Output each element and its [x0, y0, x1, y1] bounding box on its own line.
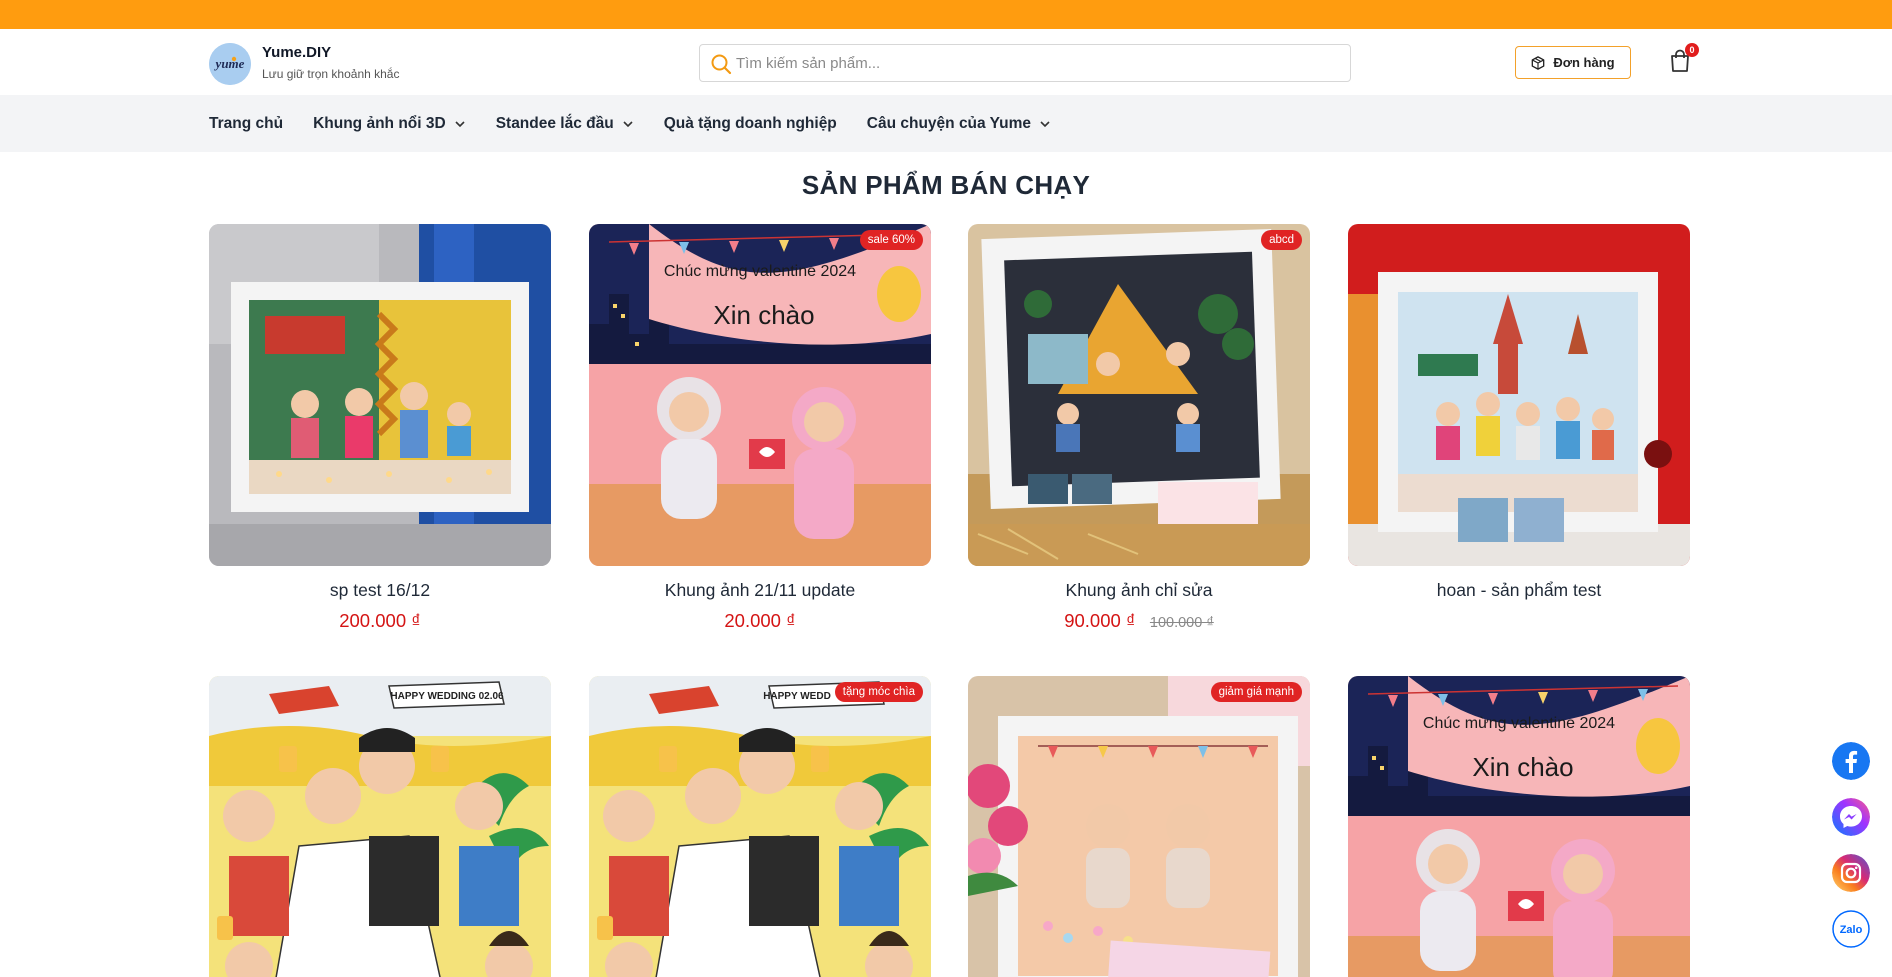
search-icon[interactable]	[709, 52, 733, 76]
product-badge: abcd	[1261, 230, 1302, 250]
product-image[interactable]	[209, 224, 551, 566]
nav-item-3d-frames[interactable]: Khung ảnh nổi 3D	[313, 115, 466, 133]
product-card[interactable]: Chúc mừng valentine 2024 Xin chào	[1348, 676, 1690, 977]
chevron-down-icon	[623, 120, 633, 127]
product-image[interactable]: HAPPY WEDD tặng móc chìa	[589, 676, 931, 977]
product-card[interactable]: HAPPY WEDDING 02.06	[209, 676, 551, 977]
svg-text:HAPPY WEDDING 02.06: HAPPY WEDDING 02.06	[390, 691, 504, 702]
messenger-icon[interactable]	[1832, 798, 1870, 836]
product-card[interactable]: hoan - sản phẩm test	[1348, 224, 1690, 601]
facebook-icon[interactable]	[1832, 742, 1870, 780]
nav-item-our-story[interactable]: Câu chuyện của Yume	[867, 115, 1051, 133]
framed-family-photo-image	[209, 224, 551, 566]
nav-label: Câu chuyện của Yume	[866, 114, 1032, 132]
wedding-cartoon-image: HAPPY WEDDING 02.06	[209, 676, 551, 977]
valentine-illustration-image: Chúc mừng valentine 2024 Xin chào	[589, 224, 931, 566]
section-title: SẢN PHẨM BÁN CHẠY	[801, 170, 1091, 200]
product-name[interactable]: Khung ảnh chỉ sửa	[968, 580, 1310, 601]
product-name[interactable]: hoan - sản phẩm test	[1348, 580, 1690, 601]
nav-label: Khung ảnh nổi 3D	[313, 114, 446, 132]
product-badge: tặng móc chìa	[834, 682, 923, 702]
chevron-down-icon	[1040, 120, 1050, 127]
zalo-icon[interactable]: Zalo	[1832, 910, 1870, 948]
product-image[interactable]: Chúc mừng valentine 2024 Xin chào sale 6…	[589, 224, 931, 566]
svg-text:HAPPY WEDD: HAPPY WEDD	[763, 691, 831, 702]
product-image[interactable]: abcd	[968, 224, 1310, 566]
product-card[interactable]: abcd Khung ảnh chỉ sửa 90.000 ₫ 100.000 …	[968, 224, 1310, 632]
product-image[interactable]: giảm giá mạnh	[968, 676, 1310, 977]
price-current: 200.000 ₫	[339, 610, 421, 631]
chevron-down-icon	[455, 120, 465, 127]
svg-text:Chúc mừng valentine 2024: Chúc mừng valentine 2024	[1423, 715, 1615, 732]
logo-icon: yume	[209, 43, 251, 85]
package-icon	[1532, 55, 1545, 70]
product-card[interactable]: Chúc mừng valentine 2024 Xin chào sale 6…	[589, 224, 931, 632]
product-price: 90.000 ₫ 100.000 ₫	[968, 610, 1310, 632]
svg-text:Chúc mừng valentine 2024: Chúc mừng valentine 2024	[664, 263, 856, 280]
product-badge: sale 60%	[859, 230, 923, 250]
nav-label: Standee lắc đầu	[495, 114, 614, 132]
svg-text:yume: yume	[214, 56, 245, 71]
product-badge: giảm giá mạnh	[1210, 682, 1302, 702]
brand-name[interactable]: Yume.DIY	[262, 44, 399, 61]
nav-item-corporate-gifts[interactable]: Quà tặng doanh nghiệp	[664, 115, 837, 133]
product-image[interactable]: HAPPY WEDDING 02.06	[209, 676, 551, 977]
valentine-illustration-image: Chúc mừng valentine 2024 Xin chào	[1348, 676, 1690, 977]
orders-label: Đơn hàng	[1553, 55, 1615, 70]
product-image[interactable]: Chúc mừng valentine 2024 Xin chào	[1348, 676, 1690, 977]
framed-valentine-photo-image	[968, 676, 1310, 977]
cart-count-badge: 0	[1685, 43, 1699, 57]
instagram-icon[interactable]	[1832, 854, 1870, 892]
product-card[interactable]: giảm giá mạnh	[968, 676, 1310, 977]
price-original: 100.000 ₫	[1149, 615, 1214, 631]
nav-label: Trang chủ	[209, 114, 284, 132]
product-price: 20.000 ₫	[589, 610, 931, 632]
site-header: yume Yume.DIY Lưu giữ trọn khoảnh khắc Đ…	[0, 29, 1892, 95]
product-name[interactable]: sp test 16/12	[209, 580, 551, 601]
brand-tagline: Lưu giữ trọn khoảnh khắc	[262, 67, 400, 81]
svg-text:Xin chào: Xin chào	[713, 300, 814, 330]
product-price: 200.000 ₫	[209, 610, 551, 632]
svg-text:Xin chào: Xin chào	[1472, 752, 1573, 782]
main-nav: Trang chủ Khung ảnh nổi 3D Standee lắc đ…	[0, 95, 1892, 152]
product-image[interactable]	[1348, 224, 1690, 566]
wedding-cartoon-image: HAPPY WEDD	[589, 676, 931, 977]
top-accent-bar	[0, 0, 1892, 29]
brand-text: Yume.DIY Lưu giữ trọn khoảnh khắc	[262, 44, 399, 81]
nav-label: Quà tặng doanh nghiệp	[663, 114, 837, 132]
brand-logo[interactable]: yume	[209, 43, 251, 85]
price-current: 20.000 ₫	[724, 610, 796, 631]
svg-text:Zalo: Zalo	[1840, 924, 1863, 936]
search-input[interactable]	[736, 45, 1336, 81]
orders-button[interactable]: Đơn hàng	[1515, 46, 1631, 79]
product-card[interactable]: HAPPY WEDD tặng móc chìa	[589, 676, 931, 977]
framed-camping-photo-image	[968, 224, 1310, 566]
price-current: 90.000 ₫	[1064, 610, 1136, 631]
search-bar	[699, 44, 1351, 82]
product-name[interactable]: Khung ảnh 21/11 update	[589, 580, 931, 601]
nav-item-standee[interactable]: Standee lắc đầu	[496, 115, 634, 133]
product-card[interactable]: sp test 16/12 200.000 ₫	[209, 224, 551, 632]
framed-city-photo-image	[1348, 224, 1690, 566]
nav-item-home[interactable]: Trang chủ	[209, 115, 283, 133]
